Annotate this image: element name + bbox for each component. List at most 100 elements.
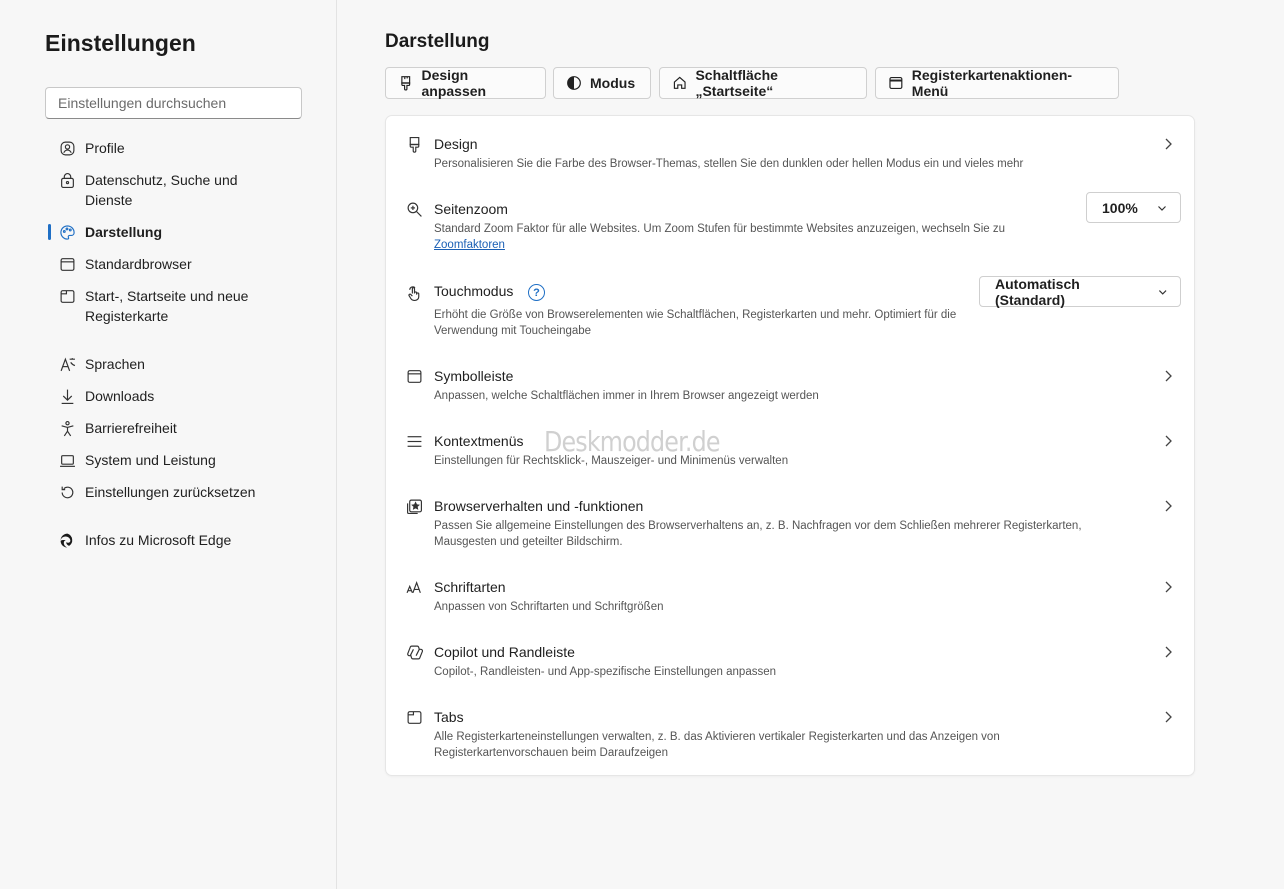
toolbar-icon: [405, 367, 423, 385]
lock-icon: [58, 171, 76, 189]
font-icon: [405, 578, 423, 596]
row-fonts[interactable]: Schriftarten Anpassen von Schriftarten u…: [386, 578, 1196, 620]
chevron-down-icon: [1158, 289, 1167, 295]
tab-mode[interactable]: Modus: [553, 67, 651, 99]
zoom-select-value: 100%: [1102, 199, 1138, 216]
row-title: Seitenzoom: [434, 201, 508, 217]
brush-icon: [405, 135, 423, 153]
sidebar-item-label: Start-, Startseite und neue Registerkart…: [85, 288, 249, 324]
help-icon[interactable]: ?: [528, 284, 545, 301]
chevron-right-icon: [1165, 138, 1172, 150]
row-title: Touchmodus: [434, 283, 514, 299]
row-title: Browserverhalten und -funktionen: [434, 498, 644, 514]
sidebar-item-reset[interactable]: Einstellungen zurücksetzen: [58, 482, 288, 502]
row-title: Design: [434, 136, 478, 152]
active-indicator: [48, 224, 51, 240]
row-page-zoom: Seitenzoom Standard Zoom Faktor für alle…: [386, 200, 1196, 255]
sidebar-item-label: Barrierefreiheit: [85, 420, 177, 436]
chevron-right-icon: [1165, 500, 1172, 512]
sidebar-item-label: Sprachen: [85, 356, 145, 372]
tab-label: Modus: [590, 75, 636, 91]
touch-mode-select-value: Automatisch (Standard): [995, 275, 1080, 308]
sidebar-item-downloads[interactable]: Downloads: [58, 386, 288, 406]
chevron-right-icon: [1165, 370, 1172, 382]
touch-icon: [405, 284, 423, 302]
menu-icon: [405, 432, 423, 450]
sidebar-item-about[interactable]: Infos zu Microsoft Edge: [58, 530, 288, 550]
sidebar-item-appearance[interactable]: Darstellung: [58, 222, 288, 242]
edge-icon: [58, 531, 76, 549]
tab-tab-actions-menu[interactable]: Registerkartenaktionen-Menü: [875, 67, 1119, 99]
row-browser-behavior[interactable]: Browserverhalten und -funktionen Passen …: [386, 497, 1196, 555]
tab-label: Design anpassen: [421, 67, 487, 99]
row-description: Passen Sie allgemeine Einstellungen des …: [434, 520, 1082, 548]
sidebar-item-label: Downloads: [85, 388, 155, 404]
row-toolbar[interactable]: Symbolleiste Anpassen, welche Schaltfläc…: [386, 367, 1196, 409]
sidebar: Einstellungen Profile Datenschutz, Suche…: [0, 0, 337, 889]
sidebar-item-start-page[interactable]: Start-, Startseite und neue Registerkart…: [58, 286, 288, 326]
accessibility-icon: [58, 419, 76, 437]
settings-card: Design Personalisieren Sie die Farbe des…: [385, 115, 1195, 776]
row-description: Standard Zoom Faktor für alle Websites. …: [434, 221, 1034, 253]
zoom-icon: [405, 200, 423, 218]
window-icon: [889, 76, 903, 90]
tab-design-customize[interactable]: Design anpassen: [385, 67, 546, 99]
contrast-icon: [567, 76, 581, 90]
row-title: Symbolleiste: [434, 368, 514, 384]
sidebar-item-profile[interactable]: Profile: [58, 138, 288, 158]
tab-home-button[interactable]: Schaltfläche „Startseite“: [659, 67, 867, 99]
row-title: Tabs: [434, 709, 464, 725]
sidebar-item-default-browser[interactable]: Standardbrowser: [58, 254, 288, 274]
reset-icon: [58, 483, 76, 501]
sidebar-item-privacy[interactable]: Datenschutz, Suche und Dienste: [58, 170, 288, 210]
sidebar-item-label: System und Leistung: [85, 452, 216, 468]
chevron-right-icon: [1165, 581, 1172, 593]
chevron-right-icon: [1165, 646, 1172, 658]
touch-mode-select[interactable]: Automatisch (Standard): [979, 275, 1181, 308]
row-context-menus[interactable]: Kontextmenüs Einstellungen für Rechtskli…: [386, 432, 1196, 474]
sidebar-item-accessibility[interactable]: Barrierefreiheit: [58, 418, 288, 438]
copilot-icon: [405, 643, 423, 661]
profile-icon: [58, 139, 76, 157]
row-title: Kontextmenüs: [434, 433, 524, 449]
row-title: Copilot und Randleiste: [434, 644, 575, 660]
search-input[interactable]: [45, 87, 302, 119]
sidebar-item-label: Darstellung: [85, 224, 163, 240]
row-description: Copilot-, Randleisten- und App-spezifisc…: [434, 666, 777, 678]
zoom-select[interactable]: 100%: [1086, 192, 1181, 223]
sidebar-item-label: Profile: [85, 140, 125, 156]
sidebar-item-label: Standardbrowser: [85, 256, 192, 272]
sidebar-title: Einstellungen: [45, 30, 196, 56]
tab-label: Schaltfläche „Startseite“: [695, 67, 778, 99]
row-design[interactable]: Design Personalisieren Sie die Farbe des…: [386, 135, 1196, 177]
newtab-icon: [58, 287, 76, 305]
browser-icon: [58, 255, 76, 273]
tabs-icon: [405, 708, 423, 726]
sidebar-item-label: Datenschutz, Suche und Dienste: [85, 172, 238, 208]
palette-icon: [58, 223, 76, 241]
sidebar-item-system[interactable]: System und Leistung: [58, 450, 288, 470]
brush-icon: [401, 76, 411, 91]
sidebar-item-label: Einstellungen zurücksetzen: [85, 484, 256, 500]
row-description: Anpassen, welche Schaltflächen immer in …: [434, 390, 819, 402]
row-description: Personalisieren Sie die Farbe des Browse…: [434, 158, 1024, 170]
language-icon: [58, 355, 76, 373]
tab-label: Registerkartenaktionen-Menü: [911, 67, 1073, 99]
chevron-right-icon: [1165, 435, 1172, 447]
sidebar-item-label: Infos zu Microsoft Edge: [85, 532, 232, 548]
row-title: Schriftarten: [434, 579, 506, 595]
zoom-levels-link[interactable]: Zoomfaktoren: [434, 239, 505, 251]
chevron-down-icon: [1158, 205, 1166, 211]
row-description: Einstellungen für Rechtsklick-, Mauszeig…: [434, 455, 789, 467]
row-description: Anpassen von Schriftarten und Schriftgrö…: [434, 601, 664, 613]
page-title: Darstellung: [385, 31, 490, 52]
features-icon: [405, 497, 423, 515]
sidebar-item-languages[interactable]: Sprachen: [58, 354, 288, 374]
row-description: Erhöht die Größe von Browserelementen wi…: [434, 309, 957, 337]
row-copilot-sidebar[interactable]: Copilot und Randleiste Copilot-, Randlei…: [386, 643, 1196, 685]
home-icon: [673, 76, 686, 89]
download-icon: [58, 387, 76, 405]
laptop-icon: [58, 451, 76, 469]
row-description-text: Standard Zoom Faktor für alle Websites. …: [434, 223, 1005, 235]
row-tabs[interactable]: Tabs Alle Registerkarteneinstellungen ve…: [386, 708, 1196, 766]
